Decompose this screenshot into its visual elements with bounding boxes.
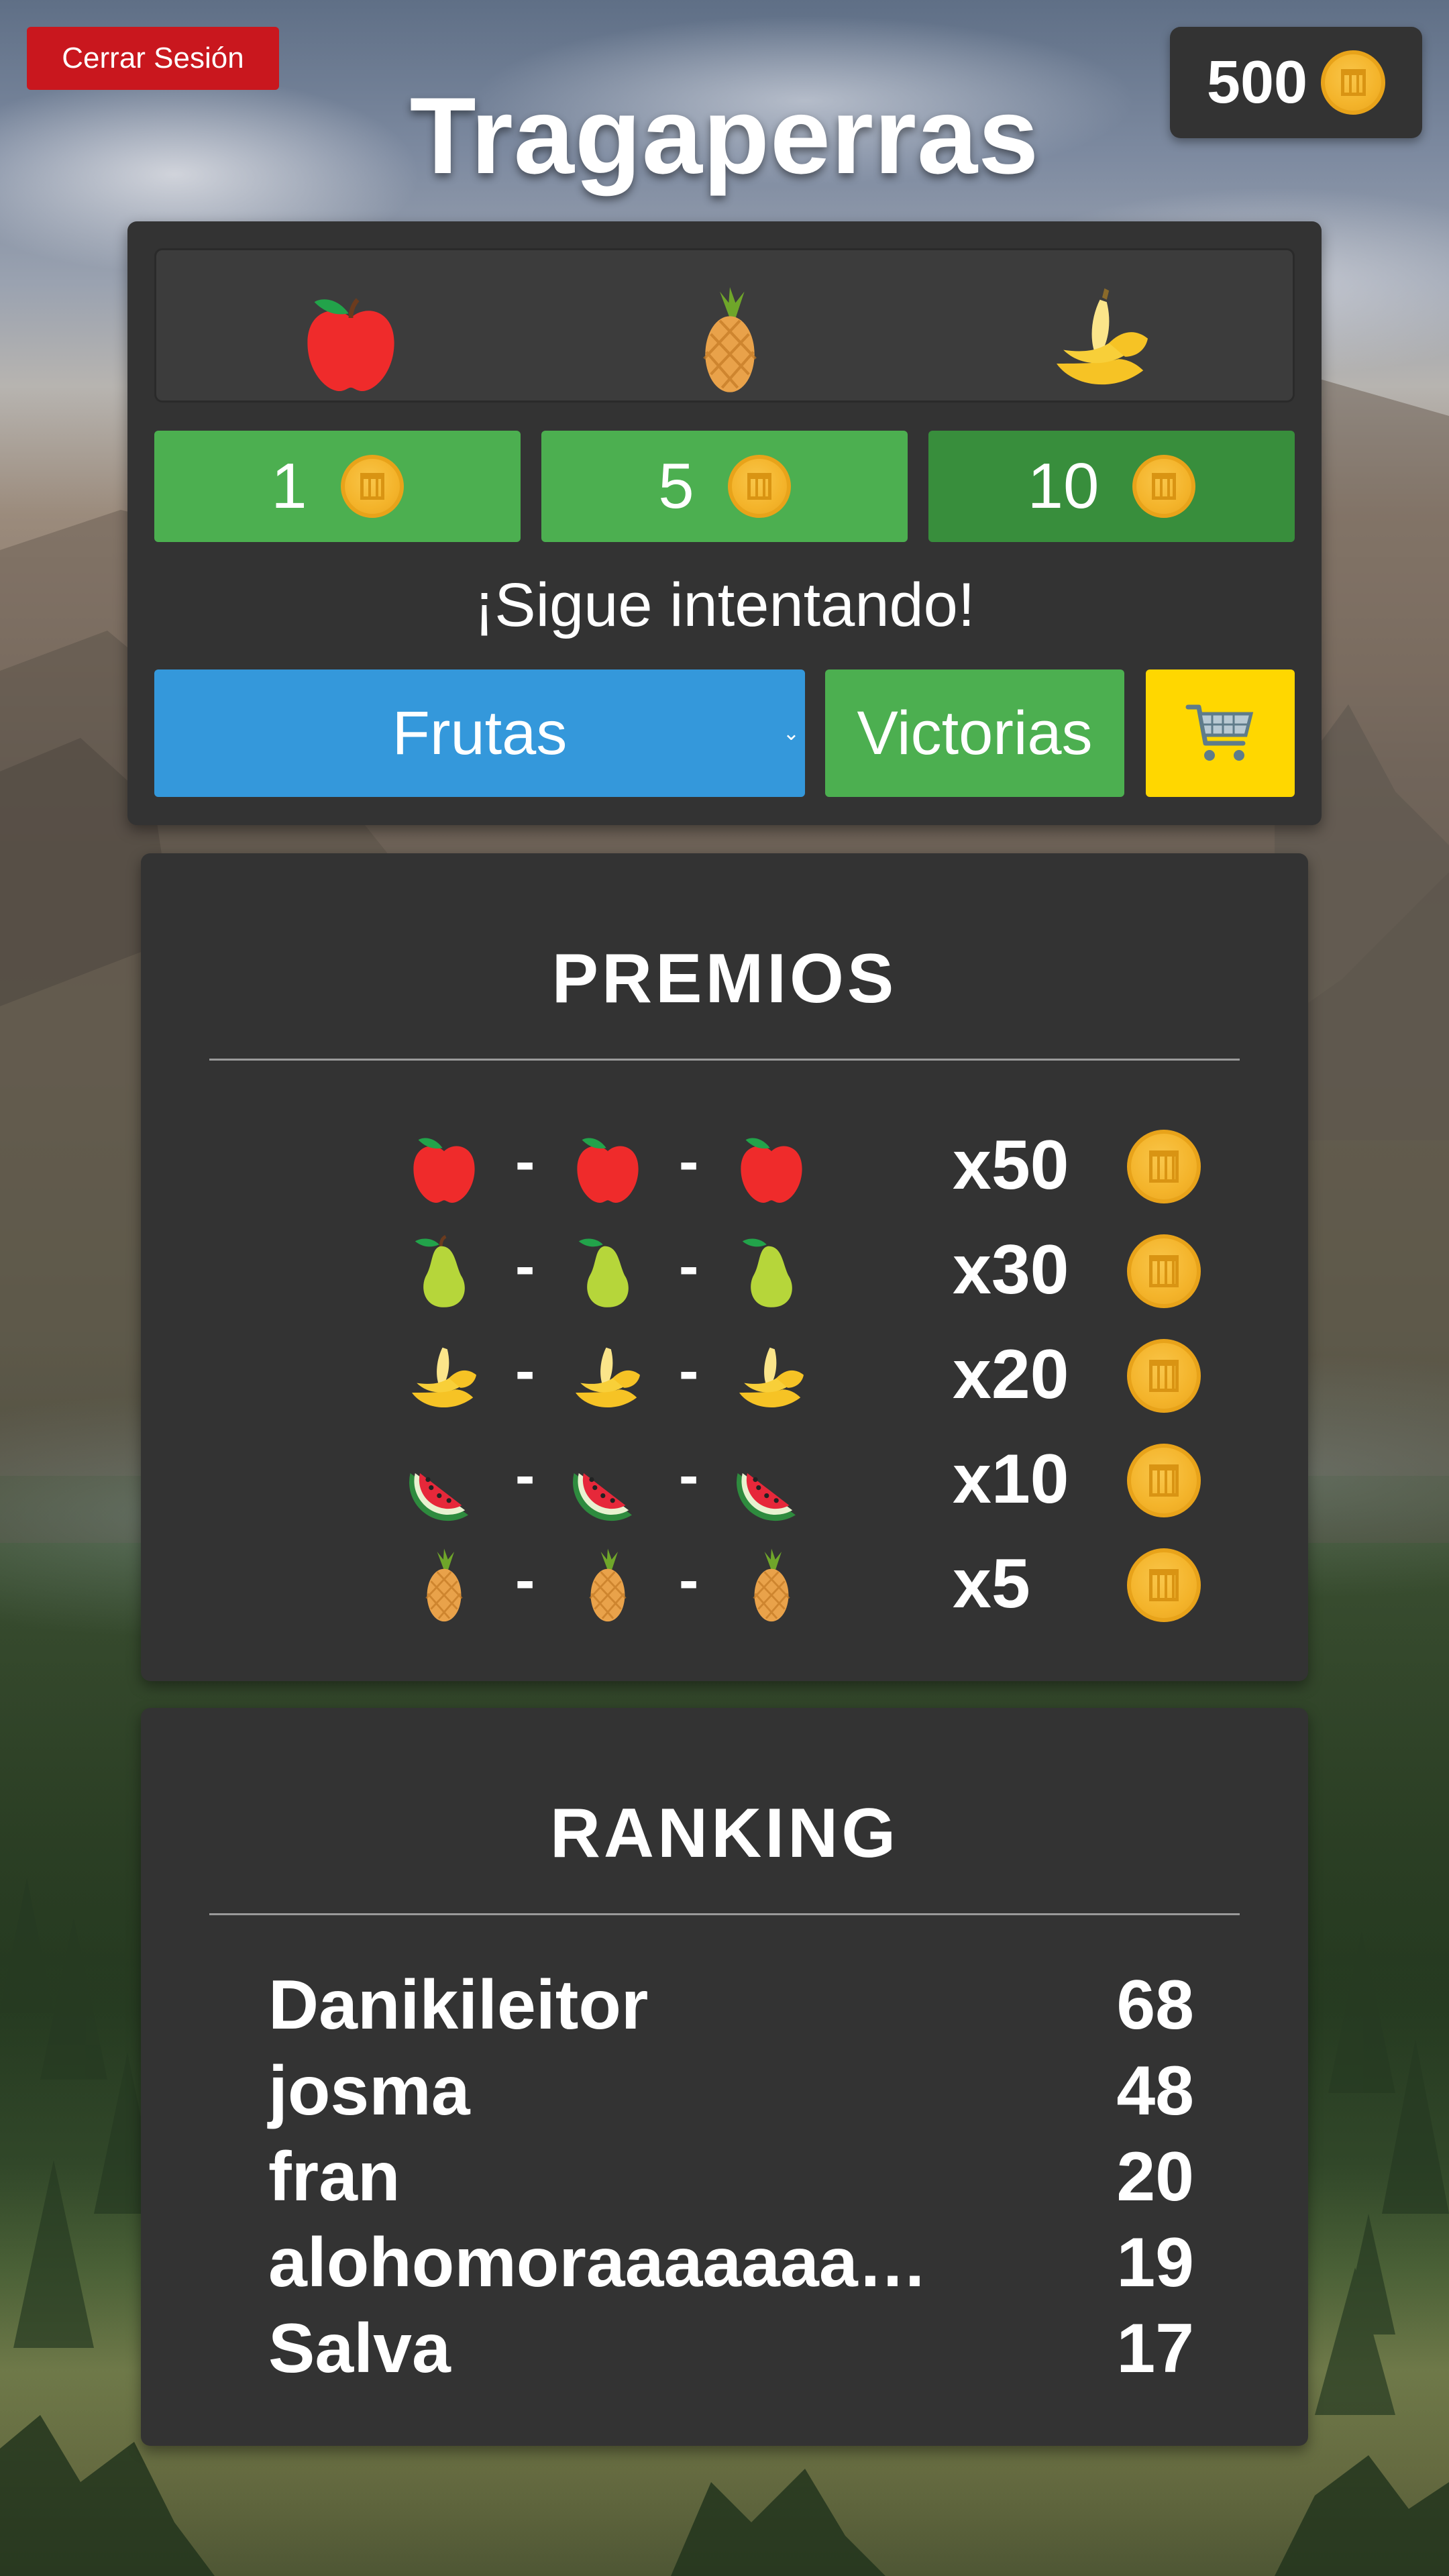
slot-machine: 1 5 10 ¡Sigue intentando! Frutas ⌄ Victo… — [127, 221, 1322, 825]
player-score: 68 — [1116, 1966, 1194, 2044]
coin-icon — [1127, 1339, 1201, 1413]
pineapple-icon — [589, 1548, 627, 1622]
apple-icon — [307, 298, 394, 392]
player-name: fran — [268, 2138, 400, 2216]
theme-select-value: Frutas — [392, 698, 568, 767]
banana-icon — [412, 1347, 476, 1407]
prize-multiplier: x5 — [953, 1545, 1030, 1623]
separator: - — [515, 1232, 535, 1299]
status-message: ¡Sigue intentando! — [474, 571, 975, 639]
player-score: 17 — [1116, 2310, 1194, 2387]
chevron-down-icon: ⌄ — [782, 722, 800, 745]
bet-5-button[interactable]: 5 — [541, 431, 908, 542]
pear-icon — [415, 1235, 465, 1307]
watermelon-icon — [573, 1473, 632, 1521]
player-name: Danikileitor — [268, 1966, 649, 2044]
pear-icon — [578, 1238, 629, 1307]
bet-1-button[interactable]: 1 — [154, 431, 521, 542]
pear-icon — [742, 1238, 792, 1307]
theme-select[interactable]: Frutas ⌄ — [154, 669, 805, 797]
coin-icon — [1127, 1548, 1201, 1622]
wins-button[interactable]: Victorias — [825, 669, 1124, 797]
prize-multiplier: x20 — [953, 1336, 1069, 1413]
bet-10-label: 10 — [1027, 450, 1099, 522]
divider — [209, 1059, 1240, 1061]
separator: - — [679, 1128, 699, 1194]
ranking-row: josma 48 — [268, 2051, 1194, 2137]
bet-5-label: 5 — [658, 450, 694, 522]
coin-icon — [1127, 1444, 1201, 1517]
banana-icon — [576, 1347, 640, 1407]
ranking-row: fran 20 — [268, 2137, 1194, 2223]
reels-window — [154, 248, 1295, 402]
ranking-row: alohomoraaaaaaa… 19 — [268, 2223, 1194, 2309]
prize-multiplier: x50 — [953, 1126, 1069, 1204]
player-name: josma — [268, 2052, 470, 2130]
ranking-row: Danikileitor 68 — [268, 1966, 1194, 2051]
ranking-row: Salva 17 — [268, 2309, 1194, 2395]
coin-icon — [1127, 1234, 1201, 1308]
separator: - — [679, 1337, 699, 1403]
prize-multiplier: x10 — [953, 1440, 1069, 1518]
separator: - — [515, 1546, 535, 1613]
separator: - — [515, 1337, 535, 1403]
watermelon-icon — [737, 1473, 796, 1521]
player-name: alohomoraaaaaaa… — [268, 2224, 928, 2302]
coin-icon — [340, 455, 404, 518]
coin-icon — [1127, 1130, 1201, 1203]
pineapple-icon — [425, 1548, 463, 1622]
player-score: 20 — [1116, 2138, 1194, 2216]
apple-icon — [741, 1138, 802, 1203]
cart-icon — [1185, 704, 1254, 761]
bet-1-label: 1 — [271, 450, 307, 522]
prize-multiplier: x30 — [953, 1231, 1069, 1309]
prizes-title: PREMIOS — [551, 940, 898, 1018]
prizes-panel: PREMIOS - - x50 - - x30 - - x20 - - x10 … — [141, 853, 1308, 1681]
ranking-panel: RANKING Danikileitor 68 josma 48 fran 20… — [141, 1708, 1308, 2446]
page-title: Tragaperras — [409, 75, 1040, 197]
divider — [209, 1913, 1240, 1915]
prize-row: - - x5 — [141, 1539, 1308, 1633]
prize-row: - - x10 — [141, 1434, 1308, 1528]
player-score: 19 — [1116, 2224, 1194, 2302]
shop-button[interactable] — [1146, 669, 1295, 797]
player-score: 48 — [1116, 2052, 1194, 2130]
pineapple-icon — [703, 287, 757, 392]
banana-icon — [1057, 288, 1148, 385]
banana-icon — [739, 1347, 804, 1407]
player-name: Salva — [268, 2310, 451, 2387]
ranking-title: RANKING — [549, 1794, 900, 1872]
pineapple-icon — [753, 1548, 790, 1622]
bet-10-button[interactable]: 10 — [928, 431, 1295, 542]
separator: - — [515, 1128, 535, 1194]
coin-icon — [727, 455, 791, 518]
separator: - — [515, 1442, 535, 1508]
separator: - — [679, 1546, 699, 1613]
separator: - — [679, 1232, 699, 1299]
apple-icon — [413, 1138, 475, 1203]
prize-row: - - x20 — [141, 1330, 1308, 1424]
prize-row: - - x50 — [141, 1120, 1308, 1214]
prize-row: - - x30 — [141, 1225, 1308, 1319]
watermelon-icon — [409, 1473, 468, 1521]
apple-icon — [577, 1138, 639, 1203]
separator: - — [679, 1442, 699, 1508]
coin-icon — [1132, 455, 1196, 518]
